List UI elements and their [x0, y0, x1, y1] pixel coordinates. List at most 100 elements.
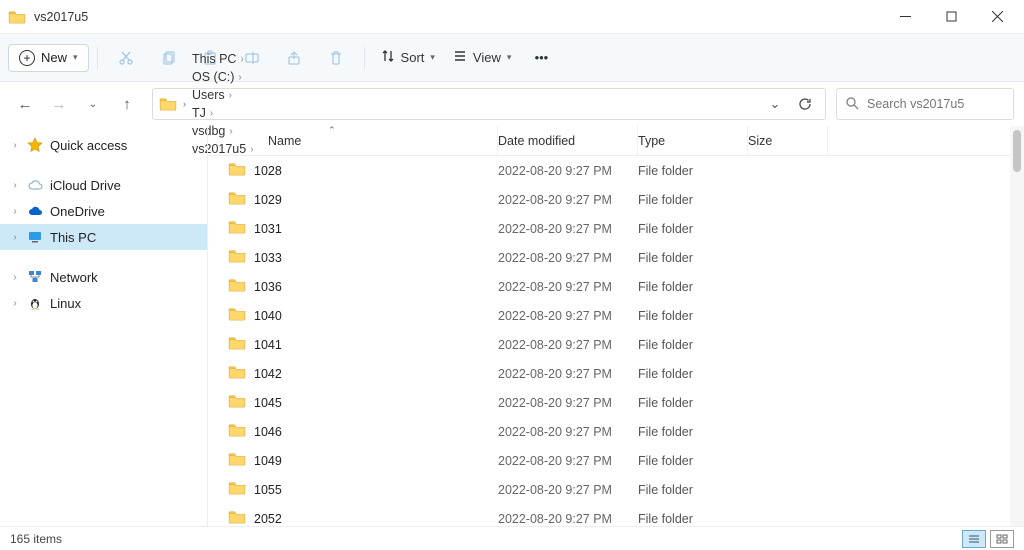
maximize-button[interactable]	[928, 0, 974, 34]
expand-icon[interactable]: ›	[10, 272, 20, 283]
address-dropdown[interactable]: ⌄	[761, 96, 789, 112]
breadcrumb-segment[interactable]: Users›	[188, 86, 258, 104]
sidebar-item-label: This PC	[50, 230, 96, 245]
file-name: 1046	[254, 425, 282, 439]
sort-button[interactable]: Sort ▾	[373, 44, 443, 71]
file-type: File folder	[638, 512, 748, 526]
recent-dropdown[interactable]: ⌄	[78, 88, 108, 120]
file-row[interactable]: 1042 2022-08-20 9:27 PM File folder	[208, 359, 1010, 388]
file-date: 2022-08-20 9:27 PM	[498, 251, 638, 265]
back-button[interactable]: ←	[10, 88, 40, 120]
new-label: New	[41, 50, 67, 65]
copy-icon[interactable]	[148, 41, 188, 75]
folder-icon	[228, 191, 246, 208]
file-row[interactable]: 1055 2022-08-20 9:27 PM File folder	[208, 475, 1010, 504]
scrollbar[interactable]	[1010, 126, 1024, 526]
sidebar-item-quick-access[interactable]: ›Quick access	[0, 132, 207, 158]
minimize-button[interactable]	[882, 0, 928, 34]
file-name: 1033	[254, 251, 282, 265]
folder-icon	[228, 249, 246, 266]
file-date: 2022-08-20 9:27 PM	[498, 193, 638, 207]
cut-icon[interactable]	[106, 41, 146, 75]
navigation-pane: ›Quick access›iCloud Drive›OneDrive›This…	[0, 126, 208, 526]
column-header-name[interactable]: Name	[228, 126, 498, 155]
expand-icon[interactable]: ›	[10, 140, 20, 151]
sidebar-item-linux[interactable]: › Linux	[0, 290, 207, 316]
file-type: File folder	[638, 164, 748, 178]
scrollbar-thumb[interactable]	[1013, 130, 1021, 172]
chevron-down-icon: ▾	[430, 52, 435, 63]
file-name: 1041	[254, 338, 282, 352]
column-header-type[interactable]: Type	[638, 126, 748, 155]
separator	[364, 47, 365, 69]
thumbnails-view-button[interactable]	[990, 530, 1014, 548]
view-button[interactable]: View ▾	[445, 44, 519, 71]
folder-icon	[228, 336, 246, 353]
up-button[interactable]: ↑	[112, 88, 142, 120]
file-row[interactable]: 1049 2022-08-20 9:27 PM File folder	[208, 446, 1010, 475]
close-button[interactable]	[974, 0, 1020, 34]
file-row[interactable]: 1036 2022-08-20 9:27 PM File folder	[208, 272, 1010, 301]
share-icon[interactable]	[274, 41, 314, 75]
file-type: File folder	[638, 193, 748, 207]
sidebar-item-network[interactable]: › Network	[0, 264, 207, 290]
file-row[interactable]: 1028 2022-08-20 9:27 PM File folder	[208, 156, 1010, 185]
file-row[interactable]: 1031 2022-08-20 9:27 PM File folder	[208, 214, 1010, 243]
expand-icon[interactable]: ›	[10, 206, 20, 217]
sidebar-item-label: iCloud Drive	[50, 178, 121, 193]
file-name: 1028	[254, 164, 282, 178]
details-view-button[interactable]	[962, 530, 986, 548]
plus-icon: +	[19, 50, 35, 66]
linux-icon	[26, 295, 44, 311]
file-date: 2022-08-20 9:27 PM	[498, 280, 638, 294]
folder-icon	[228, 510, 246, 526]
file-type: File folder	[638, 483, 748, 497]
sidebar-item-onedrive[interactable]: ›OneDrive	[0, 198, 207, 224]
delete-icon[interactable]	[316, 41, 356, 75]
separator	[97, 47, 98, 69]
chevron-down-icon: ▾	[73, 52, 78, 63]
forward-button[interactable]: →	[44, 88, 74, 120]
status-bar: 165 items	[0, 526, 1024, 550]
folder-icon	[228, 481, 246, 498]
sidebar-item-this-pc[interactable]: › This PC	[0, 224, 207, 250]
file-row[interactable]: 2052 2022-08-20 9:27 PM File folder	[208, 504, 1010, 526]
file-type: File folder	[638, 425, 748, 439]
file-name: 1036	[254, 280, 282, 294]
file-type: File folder	[638, 454, 748, 468]
column-header-date[interactable]: Date modified	[498, 126, 638, 155]
column-headers: ⌃ Name Date modified Type Size	[208, 126, 1010, 156]
sidebar-item-icloud-drive[interactable]: › iCloud Drive	[0, 172, 207, 198]
folder-icon	[228, 162, 246, 179]
column-header-size[interactable]: Size	[748, 126, 828, 155]
sidebar-item-label: Network	[50, 270, 98, 285]
file-row[interactable]: 1033 2022-08-20 9:27 PM File folder	[208, 243, 1010, 272]
sidebar-item-label: Linux	[50, 296, 81, 311]
expand-icon[interactable]: ›	[10, 298, 20, 309]
refresh-button[interactable]	[791, 97, 819, 111]
file-row[interactable]: 1029 2022-08-20 9:27 PM File folder	[208, 185, 1010, 214]
file-row[interactable]: 1046 2022-08-20 9:27 PM File folder	[208, 417, 1010, 446]
file-row[interactable]: 1040 2022-08-20 9:27 PM File folder	[208, 301, 1010, 330]
chevron-right-icon: ›	[229, 90, 232, 101]
more-button[interactable]: •••	[521, 41, 561, 75]
window-folder-icon	[8, 10, 26, 24]
file-row[interactable]: 1041 2022-08-20 9:27 PM File folder	[208, 330, 1010, 359]
search-box[interactable]	[836, 88, 1014, 120]
breadcrumb-segment[interactable]: This PC›	[188, 50, 258, 68]
file-row[interactable]: 1045 2022-08-20 9:27 PM File folder	[208, 388, 1010, 417]
address-bar[interactable]: › This PC›OS (C:)›Users›TJ›vsdbg›vs2017u…	[152, 88, 826, 120]
new-button[interactable]: + New ▾	[8, 44, 89, 72]
titlebar: vs2017u5	[0, 0, 1024, 34]
expand-icon[interactable]: ›	[10, 232, 20, 243]
breadcrumb-label: This PC	[192, 52, 236, 66]
file-name: 1055	[254, 483, 282, 497]
search-input[interactable]	[867, 97, 1005, 111]
folder-icon	[228, 394, 246, 411]
folder-icon	[228, 423, 246, 440]
expand-icon[interactable]: ›	[10, 180, 20, 191]
network-icon	[26, 269, 44, 285]
breadcrumb-label: OS (C:)	[192, 70, 234, 84]
breadcrumb-segment[interactable]: TJ›	[188, 104, 258, 122]
breadcrumb-segment[interactable]: OS (C:)›	[188, 68, 258, 86]
